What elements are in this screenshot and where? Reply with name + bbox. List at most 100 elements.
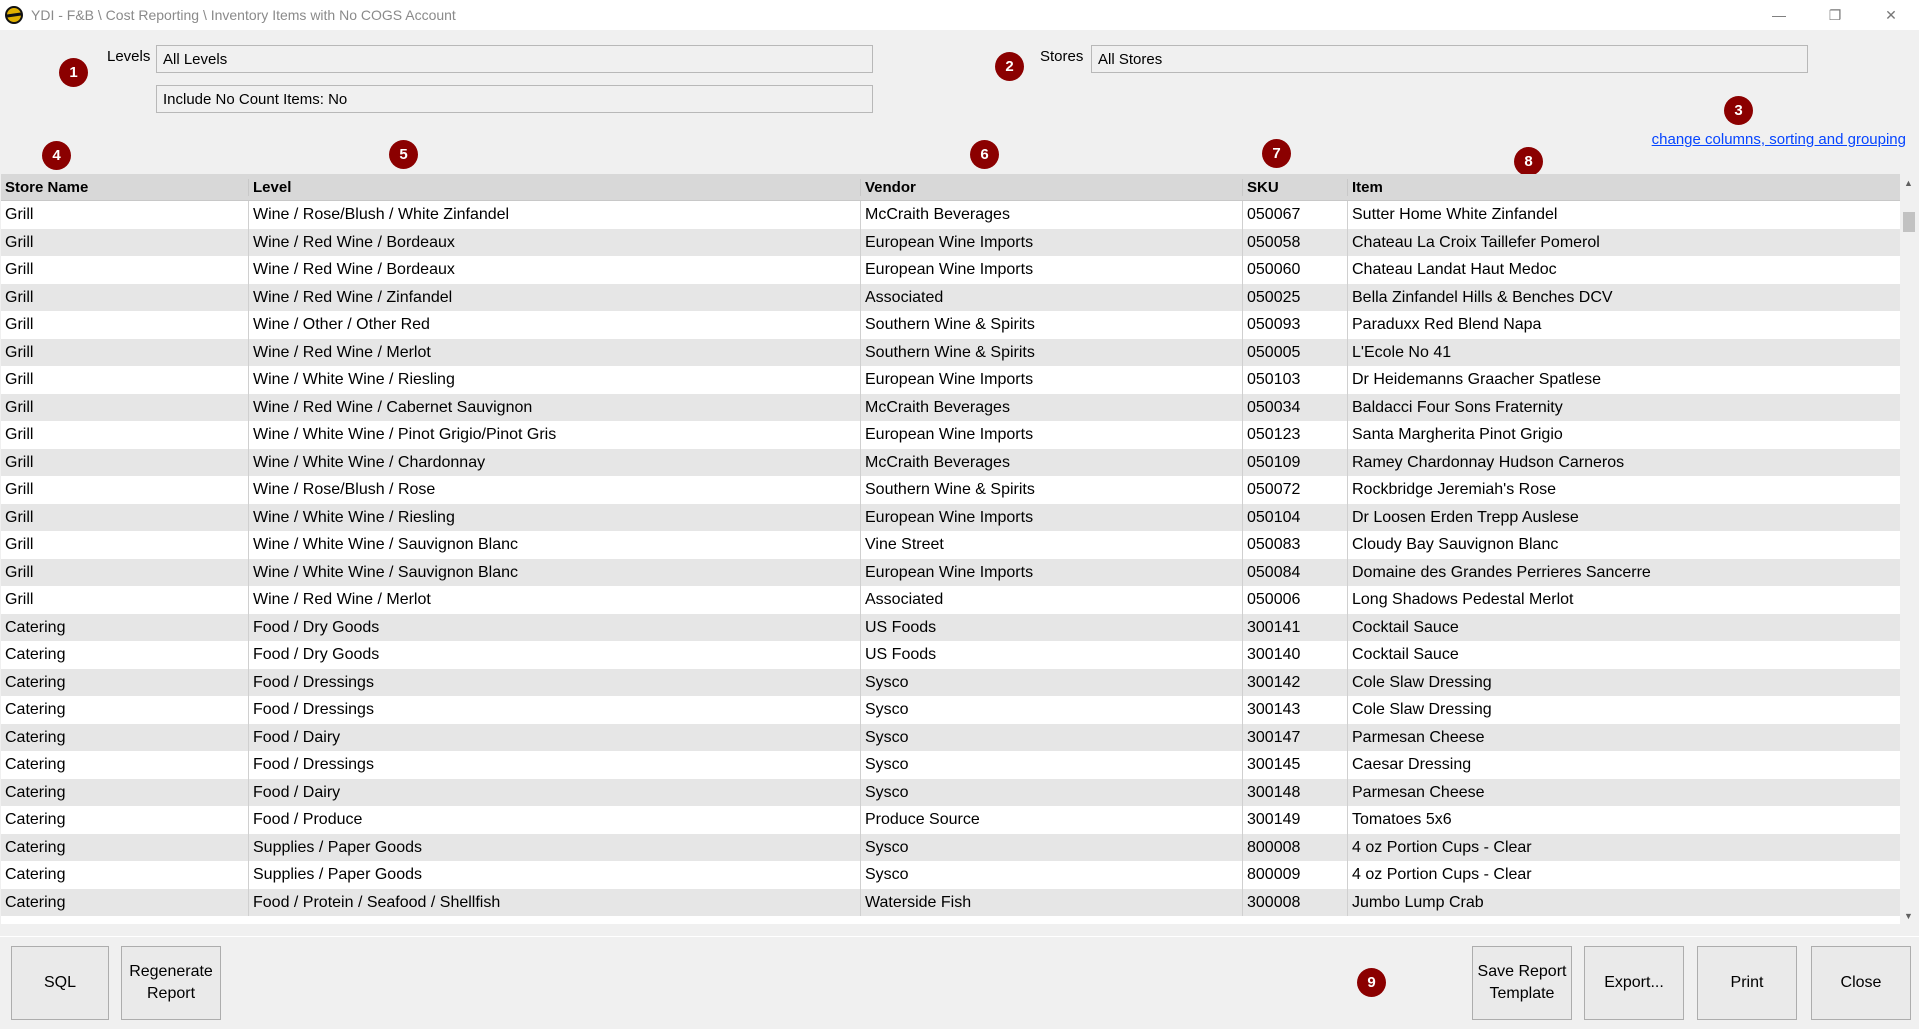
cell-level: Food / Produce xyxy=(248,806,860,834)
table-row[interactable]: Grill Wine / Red Wine / Merlot Southern Wi… xyxy=(1,338,1900,366)
table-row[interactable]: Catering Food / Dairy Sysco 300148 Parmesan … xyxy=(1,778,1900,806)
table-row[interactable]: Catering Supplies / Paper Goods Sysco 80000… xyxy=(1,833,1900,861)
table-row[interactable]: Catering Food / Dressings Sysco 300142 Cole … xyxy=(1,668,1900,696)
cell-item: Parmesan Cheese xyxy=(1347,723,1900,751)
cell-item: Cocktail Sauce xyxy=(1347,613,1900,641)
cell-store: Catering xyxy=(5,728,66,746)
table-row[interactable]: Catering Food / Dairy Sysco 300147 Parmesan … xyxy=(1,723,1900,751)
cell-vendor: European Wine Imports xyxy=(860,228,1242,256)
cell-store: Grill xyxy=(5,426,34,443)
cell-vendor: McCraith Beverages xyxy=(860,393,1242,421)
scroll-thumb[interactable] xyxy=(1903,212,1915,232)
cell-sku: 050109 xyxy=(1242,448,1347,476)
cell-vendor: European Wine Imports xyxy=(860,421,1242,449)
regenerate-report-button[interactable]: Regenerate Report xyxy=(121,946,221,1020)
cell-item: Rockbridge Jeremiah's Rose xyxy=(1347,476,1900,504)
levels-field[interactable]: All Levels xyxy=(156,45,873,73)
cell-level: Food / Dressings xyxy=(248,696,860,724)
sql-button[interactable]: SQL xyxy=(11,946,109,1020)
table-row[interactable]: Grill Wine / Red Wine / Merlot Associated 0… xyxy=(1,586,1900,614)
table-row[interactable]: Catering Supplies / Paper Goods Sysco 80000… xyxy=(1,861,1900,889)
vertical-scrollbar[interactable]: ▲ ▼ xyxy=(1900,174,1917,924)
table-row[interactable]: Catering Food / Dressings Sysco 300143 Cole … xyxy=(1,696,1900,724)
scroll-up-icon[interactable]: ▲ xyxy=(1900,174,1917,191)
cell-store: Catering xyxy=(5,866,66,883)
print-button[interactable]: Print xyxy=(1697,946,1797,1020)
cell-sku: 050034 xyxy=(1242,393,1347,421)
window-title: YDI - F&B \ Cost Reporting \ Inventory I… xyxy=(31,7,456,23)
stores-field[interactable]: All Stores xyxy=(1091,45,1808,73)
table-row[interactable]: Catering Food / Dry Goods US Foods 300140 Co… xyxy=(1,641,1900,669)
report-grid: Store Name Level Vendor SKU Item Grill Wi… xyxy=(1,174,1900,924)
cell-vendor: Sysco xyxy=(860,833,1242,861)
cell-item: Ramey Chardonnay Hudson Carneros xyxy=(1347,448,1900,476)
cell-vendor: Sysco xyxy=(860,778,1242,806)
table-row[interactable]: Catering Food / Protein / Seafood / Shell… xyxy=(1,888,1900,916)
restore-icon[interactable]: ❐ xyxy=(1807,0,1863,30)
header-sku[interactable]: SKU xyxy=(1242,178,1347,196)
close-window-icon[interactable]: ✕ xyxy=(1863,0,1919,30)
change-columns-link[interactable]: change columns, sorting and grouping xyxy=(1652,131,1906,148)
cell-store: Grill xyxy=(5,343,34,361)
cell-level: Wine / White Wine / Pinot Grigio/Pinot G… xyxy=(248,421,860,449)
cell-store: Catering xyxy=(5,646,66,663)
marker-8: 8 xyxy=(1514,147,1543,176)
cell-store: Catering xyxy=(5,811,66,828)
cell-store: Grill xyxy=(5,453,34,471)
cell-vendor: Produce Source xyxy=(860,806,1242,834)
table-row[interactable]: Grill Wine / White Wine / Pinot Grigio/Pi… xyxy=(1,421,1900,449)
minimize-icon[interactable]: — xyxy=(1751,0,1807,30)
table-row[interactable]: Grill Wine / White Wine / Riesling Europea… xyxy=(1,366,1900,394)
cell-store: Catering xyxy=(5,701,66,718)
table-row[interactable]: Catering Food / Dry Goods US Foods 300141 Co… xyxy=(1,613,1900,641)
table-row[interactable]: Grill Wine / Red Wine / Zinfandel Associat… xyxy=(1,283,1900,311)
include-no-count-field[interactable]: Include No Count Items: No xyxy=(156,85,873,113)
cell-store: Grill xyxy=(5,288,34,306)
cell-store: Grill xyxy=(5,371,34,388)
scroll-down-icon[interactable]: ▼ xyxy=(1900,907,1917,924)
table-row[interactable]: Grill Wine / White Wine / Riesling Europea… xyxy=(1,503,1900,531)
cell-sku: 300141 xyxy=(1242,613,1347,641)
cell-vendor: Sysco xyxy=(860,668,1242,696)
header-vendor[interactable]: Vendor xyxy=(860,178,1242,196)
table-row[interactable]: Grill Wine / White Wine / Chardonnay McCra… xyxy=(1,448,1900,476)
table-row[interactable]: Grill Wine / Red Wine / Bordeaux European … xyxy=(1,228,1900,256)
close-button[interactable]: Close xyxy=(1811,946,1911,1020)
header-level[interactable]: Level xyxy=(248,178,860,196)
cell-sku: 050104 xyxy=(1242,503,1347,531)
table-row[interactable]: Catering Food / Dressings Sysco 300145 Caesa… xyxy=(1,751,1900,779)
cell-level: Wine / Red Wine / Bordeaux xyxy=(248,256,860,284)
cell-level: Food / Protein / Seafood / Shellfish xyxy=(248,888,860,916)
cell-item: 4 oz Portion Cups - Clear xyxy=(1347,861,1900,889)
save-report-template-button[interactable]: Save Report Template xyxy=(1472,946,1572,1020)
cell-vendor: Associated xyxy=(860,586,1242,614)
table-row[interactable]: Grill Wine / White Wine / Sauvignon Blanc… xyxy=(1,558,1900,586)
cell-store: Grill xyxy=(5,206,34,223)
cell-level: Wine / White Wine / Chardonnay xyxy=(248,448,860,476)
cell-item: Domaine des Grandes Perrieres Sancerre xyxy=(1347,558,1900,586)
table-row[interactable]: Grill Wine / Red Wine / Cabernet Sauvigno… xyxy=(1,393,1900,421)
header-store-name[interactable]: Store Name xyxy=(1,179,248,196)
cell-store: Grill xyxy=(5,261,34,278)
header-item[interactable]: Item xyxy=(1347,178,1900,196)
app-logo-icon xyxy=(3,4,25,26)
marker-5: 5 xyxy=(389,140,418,169)
grid-header: Store Name Level Vendor SKU Item xyxy=(1,174,1900,201)
cell-vendor: McCraith Beverages xyxy=(860,201,1242,229)
cell-sku: 300142 xyxy=(1242,668,1347,696)
cell-level: Wine / Red Wine / Zinfandel xyxy=(248,283,860,311)
table-row[interactable]: Grill Wine / Red Wine / Bordeaux European … xyxy=(1,256,1900,284)
cell-store: Catering xyxy=(5,618,66,636)
cell-vendor: Vine Street xyxy=(860,531,1242,559)
table-row[interactable]: Grill Wine / Other / Other Red Southern Wi… xyxy=(1,311,1900,339)
table-row[interactable]: Grill Wine / Rose/Blush / Rose Southern Wi… xyxy=(1,476,1900,504)
cell-sku: 050123 xyxy=(1242,421,1347,449)
table-row[interactable]: Grill Wine / Rose/Blush / White Zinfandel… xyxy=(1,201,1900,229)
marker-4: 4 xyxy=(42,141,71,170)
export-button[interactable]: Export... xyxy=(1584,946,1684,1020)
table-row[interactable]: Grill Wine / White Wine / Sauvignon Blanc… xyxy=(1,531,1900,559)
cell-level: Wine / White Wine / Riesling xyxy=(248,503,860,531)
cell-vendor: Southern Wine & Spirits xyxy=(860,311,1242,339)
table-row[interactable]: Catering Food / Produce Produce Source 3001… xyxy=(1,806,1900,834)
cell-vendor: McCraith Beverages xyxy=(860,448,1242,476)
